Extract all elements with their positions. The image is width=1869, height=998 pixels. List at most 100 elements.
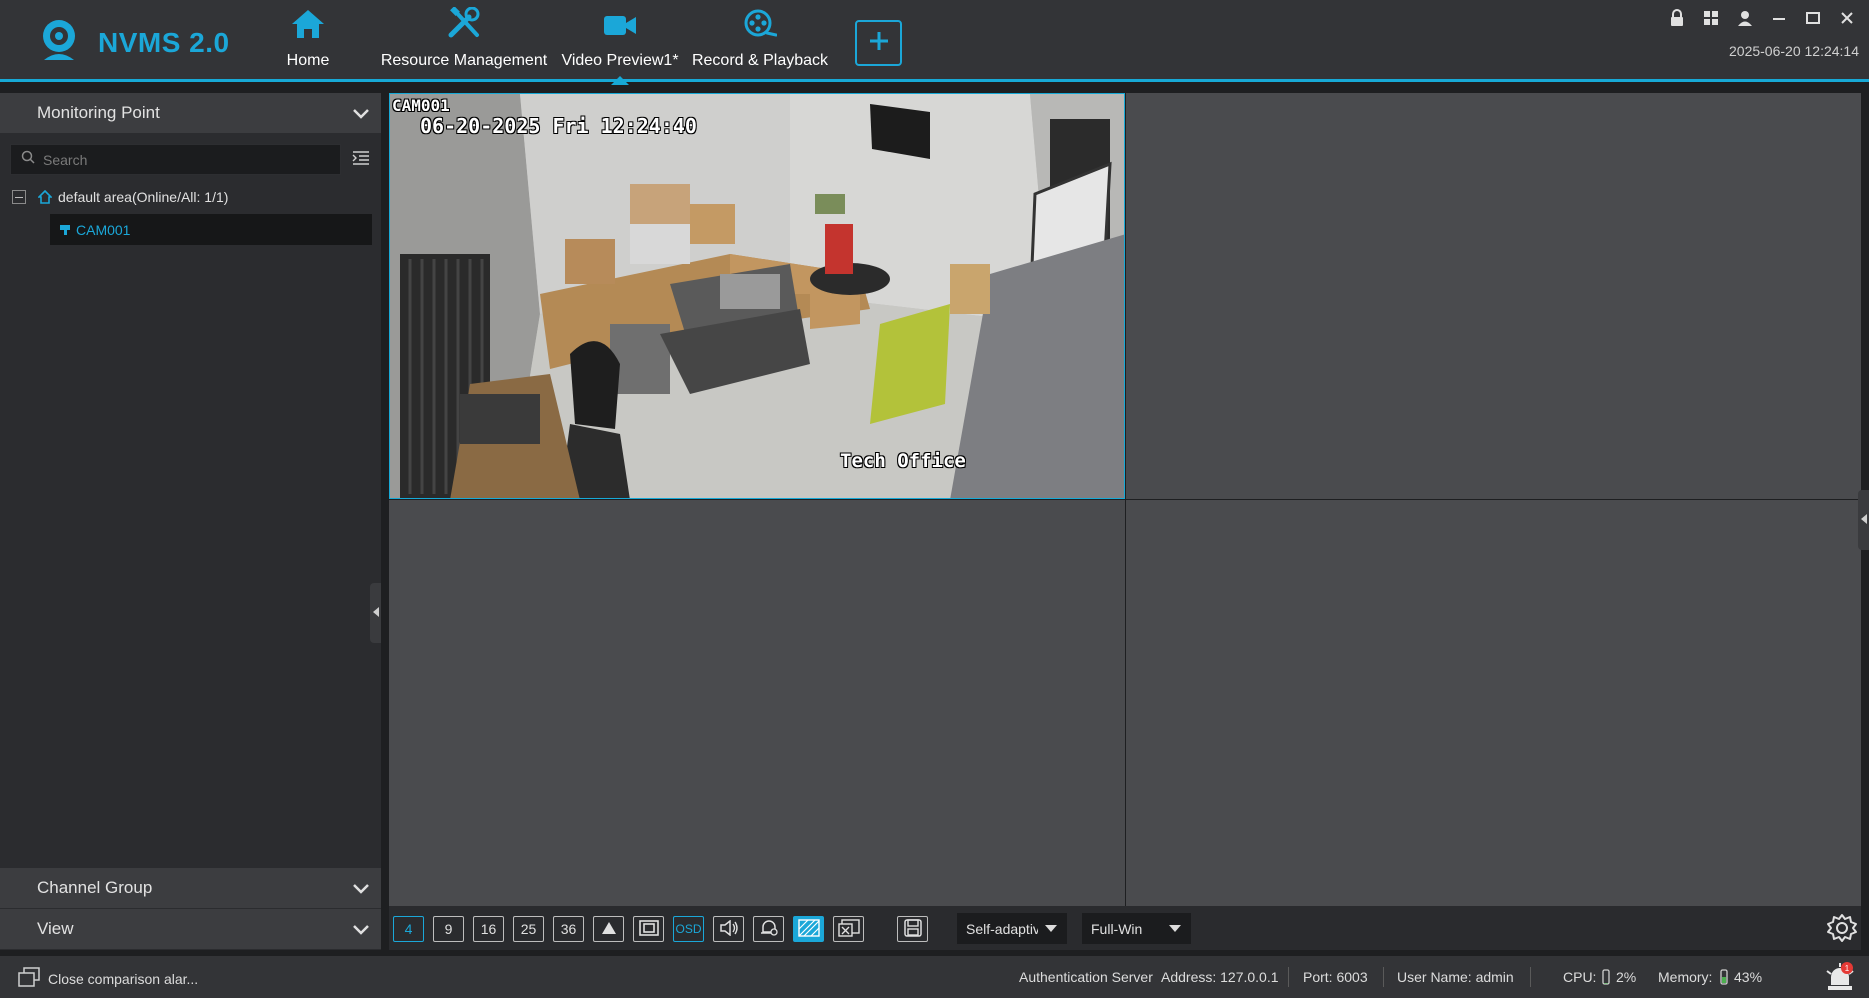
tree-item-label: CAM001 <box>76 221 131 238</box>
layout-36-button[interactable]: 36 <box>553 916 584 942</box>
tab-record-playback-label: Record & Playback <box>691 52 829 69</box>
alarm-button[interactable] <box>753 916 784 942</box>
video-cell-2[interactable] <box>1126 93 1861 499</box>
app-title: NVMS 2.0 <box>98 26 230 58</box>
divider <box>1530 967 1531 987</box>
video-cell-3[interactable] <box>389 500 1125 906</box>
video-cell-1[interactable]: CAM001 06-20-2025 Fri 12:24:40 Tech Offi… <box>389 93 1125 499</box>
filter-list-icon[interactable] <box>352 150 370 171</box>
divider <box>1383 967 1384 987</box>
search-input[interactable] <box>43 151 323 168</box>
status-bar: Close comparison alar... Authentication … <box>0 956 1869 998</box>
cpu-value: 2% <box>1616 969 1637 985</box>
view-header[interactable]: View <box>0 909 381 949</box>
collapse-right-panel-button[interactable] <box>1858 490 1869 550</box>
close-icon[interactable] <box>1837 8 1857 28</box>
save-view-button[interactable] <box>897 916 928 942</box>
layout-icon[interactable] <box>1701 8 1721 28</box>
osd-toggle-button[interactable]: OSD <box>673 916 704 942</box>
close-all-windows-button[interactable] <box>833 916 864 942</box>
system-datetime: 2025-06-20 12:24:14 <box>1729 43 1859 59</box>
chevron-down-icon <box>351 878 371 903</box>
osd-channel-name: CAM001 <box>392 96 450 115</box>
alarm-notification-icon[interactable]: 1 <box>1825 961 1855 996</box>
window-mode-select[interactable]: Full-Win <box>1082 913 1191 944</box>
cpu-label: CPU: <box>1563 969 1597 985</box>
search-box <box>10 144 341 175</box>
user-icon[interactable] <box>1735 8 1755 28</box>
collapse-toggle[interactable] <box>12 190 26 204</box>
video-cell-4[interactable] <box>1126 500 1861 906</box>
layout-9-button[interactable]: 9 <box>433 916 464 942</box>
tab-resource-management-label: Resource Management <box>380 52 548 69</box>
tab-home-label: Home <box>286 52 330 69</box>
layout-4-button[interactable]: 4 <box>393 916 424 942</box>
caret-down-icon <box>1045 925 1057 932</box>
divider <box>1288 967 1289 987</box>
server-port: Port: 6003 <box>1303 969 1368 985</box>
tab-home[interactable]: Home <box>283 0 333 82</box>
auth-server-label: Authentication Server <box>1019 969 1153 985</box>
window-mode-value: Full-Win <box>1091 920 1143 937</box>
plus-icon <box>868 30 890 57</box>
speaker-icon <box>719 918 739 939</box>
osd-timestamp: 06-20-2025 Fri 12:24:40 <box>420 114 697 138</box>
triangle-left-icon <box>372 604 379 622</box>
minimize-icon[interactable] <box>1769 8 1789 28</box>
top-bar: NVMS 2.0 Home Resource Management Video … <box>0 0 1869 85</box>
collapse-panel-button[interactable] <box>370 583 381 643</box>
preview-toolbar: 4 9 16 25 36 OSD Self-adaptive Full-Win <box>389 906 1861 950</box>
gear-icon[interactable] <box>1826 912 1858 949</box>
audio-button[interactable] <box>713 916 744 942</box>
tab-resource-management[interactable]: Resource Management <box>378 0 550 82</box>
tab-video-preview-label: Video Preview1* <box>561 52 679 69</box>
alarm-bell-icon <box>759 919 779 940</box>
tree-root-label: default area(Online/All: 1/1) <box>58 189 229 205</box>
status-message[interactable]: Close comparison alar... <box>18 967 198 990</box>
window-controls <box>1667 8 1857 28</box>
chevron-down-icon <box>351 919 371 944</box>
app-logo: NVMS 2.0 <box>36 18 230 67</box>
view-title: View <box>37 919 74 938</box>
maximize-icon[interactable] <box>1803 8 1823 28</box>
alarm-count-badge: 1 <box>1845 964 1850 973</box>
camera-icon <box>59 224 71 236</box>
triangle-left-icon <box>1860 511 1867 529</box>
lock-icon[interactable] <box>1667 8 1687 28</box>
channel-group-header[interactable]: Channel Group <box>0 868 381 908</box>
chevron-down-icon <box>351 103 371 128</box>
home-icon <box>291 9 325 44</box>
video-camera-icon <box>603 11 637 44</box>
user-name: User Name: admin <box>1397 969 1514 985</box>
memory-gauge-icon <box>1720 969 1728 988</box>
monitoring-point-header[interactable]: Monitoring Point <box>0 93 381 133</box>
custom-layout-button[interactable] <box>593 916 624 942</box>
film-reel-icon <box>743 9 778 44</box>
memory-label: Memory: <box>1658 969 1713 985</box>
save-icon <box>903 918 922 940</box>
fullscreen-button[interactable] <box>633 916 664 942</box>
camera-feed-image <box>390 94 1124 498</box>
add-tab-button[interactable] <box>855 20 902 66</box>
webcam-logo-icon <box>36 18 82 67</box>
smart-overlay-button[interactable] <box>793 916 824 942</box>
home-area-icon <box>38 190 52 204</box>
close-windows-icon <box>837 918 860 940</box>
caret-down-icon <box>1169 925 1181 932</box>
video-grid: CAM001 06-20-2025 Fri 12:24:40 Tech Offi… <box>389 93 1861 906</box>
fullscreen-icon <box>638 919 659 939</box>
tab-record-playback[interactable]: Record & Playback <box>690 0 830 82</box>
windows-stack-icon <box>18 967 40 990</box>
left-panel: Monitoring Point default area(Online/All… <box>0 93 381 950</box>
layout-16-button[interactable]: 16 <box>473 916 504 942</box>
scale-mode-value: Self-adaptive <box>966 920 1038 937</box>
layout-25-button[interactable]: 25 <box>513 916 544 942</box>
osd-location-label: Tech Office <box>840 450 966 472</box>
tree-root-area[interactable]: default area(Online/All: 1/1) <box>12 189 228 205</box>
server-address: Address: 127.0.0.1 <box>1161 969 1279 985</box>
memory-value: 43% <box>1734 969 1763 985</box>
search-icon <box>21 150 35 169</box>
tab-video-preview[interactable]: Video Preview1* <box>560 0 680 85</box>
tree-item-cam001[interactable]: CAM001 <box>50 214 372 245</box>
scale-mode-select[interactable]: Self-adaptive <box>957 913 1067 944</box>
